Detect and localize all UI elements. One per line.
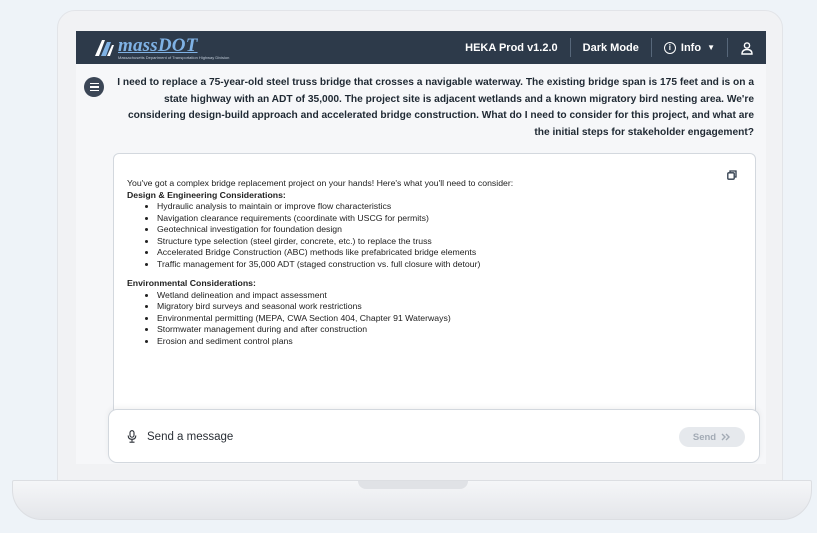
caret-down-icon: ▼	[707, 43, 715, 52]
user-message: I need to replace a 75-year-old steel tr…	[117, 77, 754, 138]
laptop-base	[12, 480, 812, 520]
list-item: Structure type selection (steel girder, …	[157, 236, 737, 248]
menu-line	[89, 86, 99, 88]
response-body: You've got a complex bridge replacement …	[127, 178, 737, 355]
app-screen: massDOT Massachusetts Department of Tran…	[76, 31, 766, 464]
info-label: Info	[680, 41, 702, 54]
version-label: HEKA Prod v1.2.0	[465, 41, 558, 54]
microphone-icon[interactable]	[127, 430, 137, 443]
list-item: Environmental permitting (MEPA, CWA Sect…	[157, 313, 737, 325]
list-item: Hydraulic analysis to maintain or improv…	[157, 201, 737, 213]
menu-line	[89, 82, 99, 85]
top-navigation-bar: massDOT Massachusetts Department of Tran…	[76, 31, 766, 64]
massdot-logo[interactable]: massDOT Massachusetts Department of Tran…	[92, 36, 229, 60]
send-button[interactable]: Send	[679, 427, 745, 447]
list-item: Erosion and sediment control plans	[157, 336, 737, 348]
list-item: Stormwater management during and after c…	[157, 324, 737, 336]
massdot-logo-icon	[95, 39, 114, 56]
laptop-notch	[358, 481, 468, 489]
environmental-list: Wetland delineation and impact assessmen…	[127, 290, 737, 348]
message-composer: Send	[108, 409, 760, 463]
list-item: Wetland delineation and impact assessmen…	[157, 290, 737, 302]
double-chevron-right-icon	[721, 433, 731, 441]
info-dropdown[interactable]: i Info ▼	[652, 31, 727, 64]
info-icon: i	[663, 41, 676, 54]
section-title-design: Design & Engineering Considerations:	[127, 189, 286, 200]
list-item: Accelerated Bridge Construction (ABC) me…	[157, 247, 737, 259]
section-title-environmental: Environmental Considerations:	[127, 278, 256, 288]
assistant-response-card: You've got a complex bridge replacement …	[113, 153, 756, 445]
list-item: Traffic management for 35,000 ADT (stage…	[157, 259, 737, 271]
list-item: Migratory bird surveys and seasonal work…	[157, 301, 737, 313]
list-item: Navigation clearance requirements (coord…	[157, 213, 737, 225]
menu-line	[89, 89, 99, 92]
message-input[interactable]	[147, 426, 627, 448]
hamburger-menu-button[interactable]	[84, 77, 104, 97]
nav-menu: HEKA Prod v1.2.0 Dark Mode i Info ▼	[453, 31, 766, 64]
user-menu-button[interactable]	[728, 31, 766, 64]
user-icon	[741, 41, 753, 55]
list-item: Geotechnical investigation for foundatio…	[157, 224, 737, 236]
dark-mode-toggle[interactable]: Dark Mode	[571, 31, 651, 64]
design-list: Hydraulic analysis to maintain or improv…	[127, 201, 737, 270]
logo-subtitle: Massachusetts Department of Transportati…	[118, 54, 230, 60]
send-label: Send	[692, 431, 717, 443]
logo-wordmark: massDOT	[118, 34, 198, 56]
response-intro: You've got a complex bridge replacement …	[127, 178, 514, 188]
